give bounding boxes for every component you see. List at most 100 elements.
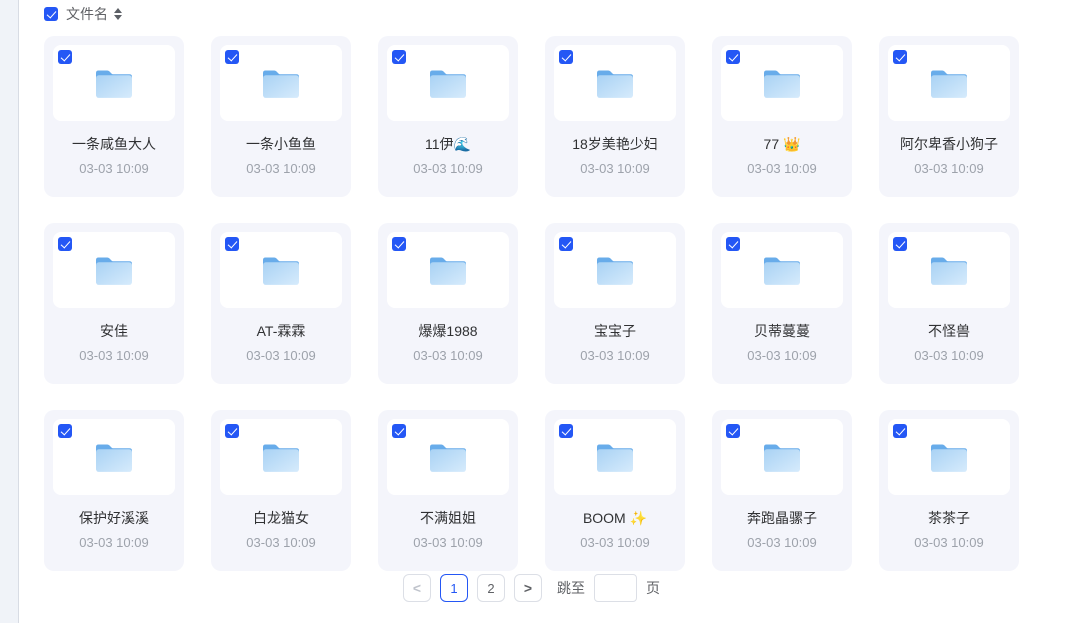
folder-icon <box>762 66 802 101</box>
folder-thumbnail <box>220 232 342 308</box>
folder-name: 不满姐姐 <box>387 508 509 528</box>
folder-card[interactable]: 贝蒂蔓蔓 03-03 10:09 <box>712 223 852 384</box>
folder-name: 保护好溪溪 <box>53 508 175 528</box>
folder-checkbox[interactable] <box>225 424 239 438</box>
folder-icon <box>762 253 802 288</box>
folder-checkbox[interactable] <box>893 424 907 438</box>
folder-date: 03-03 10:09 <box>721 160 843 178</box>
folder-thumbnail <box>888 419 1010 495</box>
page-button-1[interactable]: 1 <box>440 574 468 602</box>
folder-thumbnail <box>888 45 1010 121</box>
page-button-2[interactable]: 2 <box>477 574 505 602</box>
page-unit-label: 页 <box>646 578 660 598</box>
folder-icon <box>428 66 468 101</box>
folder-checkbox[interactable] <box>893 237 907 251</box>
folder-checkbox[interactable] <box>559 424 573 438</box>
folder-date: 03-03 10:09 <box>721 534 843 552</box>
folder-name: BOOM ✨ <box>554 508 676 528</box>
folder-icon <box>94 253 134 288</box>
folder-checkbox[interactable] <box>225 50 239 64</box>
folder-card[interactable]: 白龙猫女 03-03 10:09 <box>211 410 351 571</box>
folder-checkbox[interactable] <box>559 237 573 251</box>
filename-sort-label[interactable]: 文件名 <box>66 4 108 24</box>
folder-icon <box>261 253 301 288</box>
folder-date: 03-03 10:09 <box>387 534 509 552</box>
folder-date: 03-03 10:09 <box>888 347 1010 365</box>
folder-checkbox[interactable] <box>392 237 406 251</box>
folder-card[interactable]: 安佳 03-03 10:09 <box>44 223 184 384</box>
folder-checkbox[interactable] <box>392 50 406 64</box>
folder-name: 一条咸鱼大人 <box>53 134 175 154</box>
folder-name: 77 👑 <box>721 134 843 154</box>
folder-thumbnail <box>721 419 843 495</box>
folder-date: 03-03 10:09 <box>220 534 342 552</box>
folder-icon <box>261 66 301 101</box>
folder-thumbnail <box>721 45 843 121</box>
folder-checkbox[interactable] <box>726 237 740 251</box>
folder-icon <box>929 253 969 288</box>
folder-thumbnail <box>53 419 175 495</box>
folder-card[interactable]: 保护好溪溪 03-03 10:09 <box>44 410 184 571</box>
folder-thumbnail <box>53 45 175 121</box>
folder-card[interactable]: AT-霖霖 03-03 10:09 <box>211 223 351 384</box>
folder-date: 03-03 10:09 <box>554 160 676 178</box>
folder-checkbox[interactable] <box>58 50 72 64</box>
folder-card[interactable]: 阿尔卑香小狗子 03-03 10:09 <box>879 36 1019 197</box>
folder-date: 03-03 10:09 <box>554 534 676 552</box>
folder-card[interactable]: 一条咸鱼大人 03-03 10:09 <box>44 36 184 197</box>
sort-arrows-icon[interactable] <box>114 8 122 20</box>
folder-checkbox[interactable] <box>893 50 907 64</box>
folder-icon <box>595 440 635 475</box>
folder-checkbox[interactable] <box>559 50 573 64</box>
folder-checkbox[interactable] <box>225 237 239 251</box>
folder-card[interactable]: 一条小鱼鱼 03-03 10:09 <box>211 36 351 197</box>
folder-name: 不怪兽 <box>888 321 1010 341</box>
folder-thumbnail <box>387 232 509 308</box>
select-all-checkbox[interactable] <box>44 7 58 21</box>
folder-card[interactable]: 不满姐姐 03-03 10:09 <box>378 410 518 571</box>
folder-card[interactable]: 11伊🌊 03-03 10:09 <box>378 36 518 197</box>
folder-date: 03-03 10:09 <box>554 347 676 365</box>
folder-date: 03-03 10:09 <box>721 347 843 365</box>
folder-card[interactable]: 爆爆1988 03-03 10:09 <box>378 223 518 384</box>
folder-date: 03-03 10:09 <box>387 347 509 365</box>
folder-checkbox[interactable] <box>726 50 740 64</box>
sort-filename-control[interactable]: 文件名 <box>44 0 1067 22</box>
folder-card[interactable]: 奔跑晶骡子 03-03 10:09 <box>712 410 852 571</box>
folder-date: 03-03 10:09 <box>387 160 509 178</box>
folder-thumbnail <box>554 232 676 308</box>
folder-thumbnail <box>387 419 509 495</box>
folder-card[interactable]: 18岁美艳少妇 03-03 10:09 <box>545 36 685 197</box>
folder-icon <box>595 66 635 101</box>
folder-name: 白龙猫女 <box>220 508 342 528</box>
folder-name: 奔跑晶骡子 <box>721 508 843 528</box>
folder-name: 安佳 <box>53 321 175 341</box>
jump-page-input[interactable] <box>594 574 637 602</box>
folder-card[interactable]: 77 👑 03-03 10:09 <box>712 36 852 197</box>
file-list-content: 文件名 一条咸鱼大人 03-03 10:09 <box>20 0 1067 623</box>
prev-page-button[interactable]: < <box>403 574 431 602</box>
folder-name: 18岁美艳少妇 <box>554 134 676 154</box>
pagination: < 12 > 跳至 页 <box>44 574 1019 602</box>
folder-checkbox[interactable] <box>58 237 72 251</box>
folder-thumbnail <box>888 232 1010 308</box>
folder-name: 宝宝子 <box>554 321 676 341</box>
sidebar-edge-divider <box>0 0 19 623</box>
folder-icon <box>94 66 134 101</box>
folder-icon <box>428 440 468 475</box>
folder-card[interactable]: 茶茶子 03-03 10:09 <box>879 410 1019 571</box>
next-page-button[interactable]: > <box>514 574 542 602</box>
folder-name: 贝蒂蔓蔓 <box>721 321 843 341</box>
folder-date: 03-03 10:09 <box>220 160 342 178</box>
folder-icon <box>428 253 468 288</box>
folder-checkbox[interactable] <box>58 424 72 438</box>
folder-date: 03-03 10:09 <box>53 534 175 552</box>
folder-thumbnail <box>721 232 843 308</box>
folder-checkbox[interactable] <box>726 424 740 438</box>
folder-card[interactable]: BOOM ✨ 03-03 10:09 <box>545 410 685 571</box>
folder-checkbox[interactable] <box>392 424 406 438</box>
folder-card[interactable]: 不怪兽 03-03 10:09 <box>879 223 1019 384</box>
folder-icon <box>94 440 134 475</box>
folder-name: 一条小鱼鱼 <box>220 134 342 154</box>
folder-card[interactable]: 宝宝子 03-03 10:09 <box>545 223 685 384</box>
